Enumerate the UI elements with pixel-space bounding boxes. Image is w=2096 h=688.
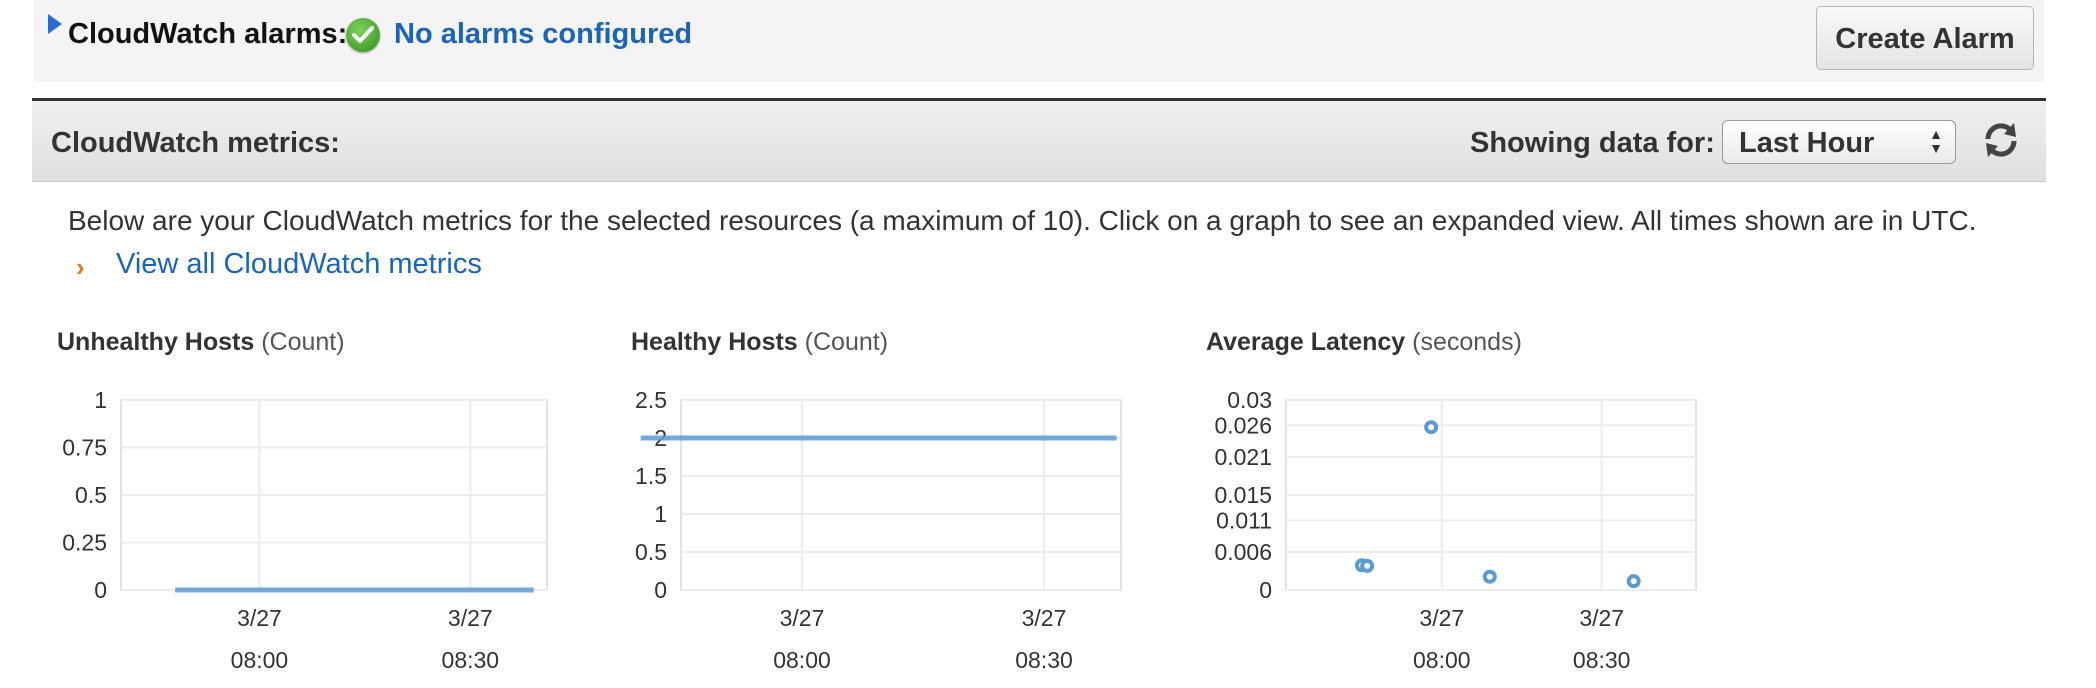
y-tick-label: 0.5	[75, 482, 107, 508]
data-point	[1482, 569, 1497, 584]
x-tick-time: 08:30	[442, 647, 500, 673]
y-tick-label: 0	[94, 577, 107, 603]
showing-data-label: Showing data for:	[1470, 127, 1715, 159]
period-select-value: Last Hour	[1739, 127, 1875, 159]
refresh-icon[interactable]	[1980, 119, 2022, 161]
x-tick-time: 08:30	[1573, 647, 1631, 673]
x-tick-date: 3/27	[448, 605, 493, 631]
metrics-header: CloudWatch metrics: Showing data for: La…	[32, 98, 2046, 182]
create-alarm-button[interactable]: Create Alarm	[1816, 6, 2034, 70]
x-tick-time: 08:30	[1015, 647, 1073, 673]
x-tick-date: 3/27	[1419, 605, 1464, 631]
expand-caret-icon[interactable]	[48, 14, 62, 34]
y-tick-label: 0.015	[1214, 482, 1272, 508]
x-tick-date: 3/27	[237, 605, 282, 631]
y-tick-label: 0.026	[1214, 412, 1272, 438]
y-tick-label: 0.25	[62, 530, 107, 556]
x-tick-date: 3/27	[1022, 605, 1067, 631]
average-latency-chart[interactable]: Average Latency (seconds) 0 0.006 0.011 0.0…	[1206, 328, 1726, 688]
y-tick-label: 2.5	[635, 387, 667, 413]
metrics-description: Below are your CloudWatch metrics for th…	[68, 205, 1977, 236]
unhealthy-hosts-chart[interactable]: Unhealthy Hosts (Count) 0 0.25 0.5 0.75 1 3/2…	[57, 328, 577, 688]
y-tick-label: 0.75	[62, 435, 107, 461]
y-tick-label: 0	[654, 577, 667, 603]
x-tick-time: 08:00	[773, 647, 831, 673]
view-all-metrics-link[interactable]: View all CloudWatch metrics	[116, 248, 482, 281]
metrics-title: CloudWatch metrics:	[51, 127, 340, 159]
plot-frame	[680, 399, 1122, 591]
y-tick-label: 0.011	[1216, 507, 1272, 533]
y-tick-label: 0	[1259, 577, 1272, 603]
y-tick-label: 0.03	[1227, 387, 1272, 413]
check-circle-icon	[346, 18, 380, 52]
chart-plot: 0 0.25 0.5 0.75 1 3/27 08:00 3/27 08:30	[62, 387, 548, 673]
alarms-status-text: No alarms configured	[394, 18, 693, 50]
alarms-title: CloudWatch alarms:	[68, 18, 348, 50]
x-tick-date: 3/27	[780, 605, 825, 631]
chart-plot: 00.511.522.53/2708:003/2708:30	[635, 387, 1122, 673]
y-tick-label: 0.021	[1214, 444, 1272, 470]
x-tick-time: 08:00	[231, 647, 289, 673]
x-tick-time: 08:00	[1413, 647, 1471, 673]
x-tick-date: 3/27	[1579, 605, 1624, 631]
link-caret-icon: ›	[76, 252, 85, 282]
data-point	[1424, 420, 1439, 435]
chart-plot: 0 0.006 0.0110.015 0.021 0.0260.03 3/27 08:00 3…	[1214, 387, 1697, 673]
healthy-hosts-chart[interactable]: Healthy Hosts (Count) 0 0.5 1 1.5 2 2.5 3/27 08…	[631, 328, 1151, 688]
y-tick-label: 0.006	[1214, 539, 1272, 565]
y-tick-label: 0.5	[635, 539, 667, 565]
alarms-bar: CloudWatch alarms: No alarms configured	[34, 0, 2044, 82]
data-point	[1360, 558, 1375, 573]
y-tick-label: 1.5	[635, 463, 667, 489]
select-arrows-icon: ▲ ▼	[1929, 126, 1943, 156]
y-tick-label: 1	[654, 501, 667, 527]
period-select[interactable]: Last Hour ▲ ▼	[1722, 120, 1956, 164]
y-tick-label: 1	[94, 387, 107, 413]
data-point	[1626, 574, 1641, 589]
